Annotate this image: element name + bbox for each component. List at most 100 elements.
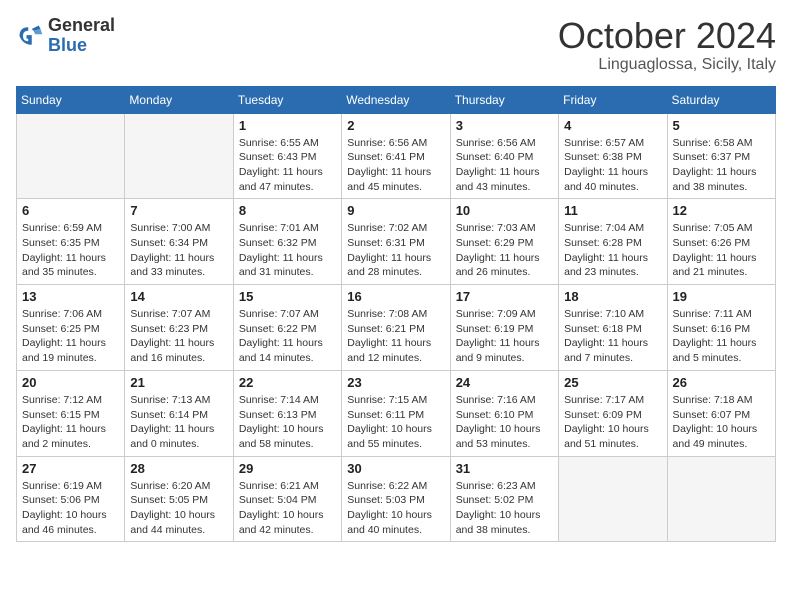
day-number: 23 [347, 375, 444, 390]
calendar-cell: 2Sunrise: 6:56 AMSunset: 6:41 PMDaylight… [342, 113, 450, 199]
day-info: Sunrise: 7:16 AMSunset: 6:10 PMDaylight:… [456, 393, 553, 452]
day-header-friday: Friday [559, 86, 667, 113]
day-number: 5 [673, 118, 770, 133]
day-number: 15 [239, 289, 336, 304]
day-header-thursday: Thursday [450, 86, 558, 113]
page-header: General Blue October 2024 Linguaglossa, … [16, 16, 776, 74]
day-number: 10 [456, 203, 553, 218]
day-number: 1 [239, 118, 336, 133]
calendar-cell: 17Sunrise: 7:09 AMSunset: 6:19 PMDayligh… [450, 285, 558, 371]
calendar-cell: 26 Sunrise: 7:18 AMSunset: 6:07 PMDayligh… [667, 370, 775, 456]
day-info: Sunrise: 7:15 AMSunset: 6:11 PMDaylight:… [347, 393, 444, 452]
calendar-cell: 31 Sunrise: 6:23 AMSunset: 5:02 PMDayligh… [450, 456, 558, 542]
day-info: Sunrise: 7:08 AMSunset: 6:21 PMDaylight:… [347, 307, 444, 366]
day-number: 29 [239, 461, 336, 476]
day-header-saturday: Saturday [667, 86, 775, 113]
day-info: Sunrise: 7:04 AMSunset: 6:28 PMDaylight:… [564, 221, 661, 280]
week-row-3: 13 Sunrise: 7:06 AMSunset: 6:25 PMDayligh… [17, 285, 776, 371]
day-info: Sunrise: 7:05 AMSunset: 6:26 PMDaylight:… [673, 221, 770, 280]
day-number: 4 [564, 118, 661, 133]
month-title: October 2024 [558, 16, 776, 56]
day-info: Sunrise: 7:12 AMSunset: 6:15 PMDaylight:… [22, 393, 119, 452]
day-info: Sunrise: 6:19 AMSunset: 5:06 PMDaylight:… [22, 479, 119, 538]
day-number: 25 [564, 375, 661, 390]
day-number: 13 [22, 289, 119, 304]
day-number: 30 [347, 461, 444, 476]
day-info: Sunrise: 6:21 AMSunset: 5:04 PMDaylight:… [239, 479, 336, 538]
day-number: 14 [130, 289, 227, 304]
day-info: Sunrise: 6:20 AMSunset: 5:05 PMDaylight:… [130, 479, 227, 538]
day-info: Sunrise: 6:59 AMSunset: 6:35 PMDaylight:… [22, 221, 119, 280]
day-number: 22 [239, 375, 336, 390]
week-row-1: 1 Sunrise: 6:55 AMSunset: 6:43 PMDaylight… [17, 113, 776, 199]
day-header-sunday: Sunday [17, 86, 125, 113]
calendar-cell: 1 Sunrise: 6:55 AMSunset: 6:43 PMDaylight… [233, 113, 341, 199]
day-info: Sunrise: 7:11 AMSunset: 6:16 PMDaylight:… [673, 307, 770, 366]
logo-icon [16, 22, 44, 50]
day-number: 3 [456, 118, 553, 133]
day-info: Sunrise: 6:23 AMSunset: 5:02 PMDaylight:… [456, 479, 553, 538]
day-number: 26 [673, 375, 770, 390]
day-info: Sunrise: 7:03 AMSunset: 6:29 PMDaylight:… [456, 221, 553, 280]
day-info: Sunrise: 6:56 AMSunset: 6:40 PMDaylight:… [456, 136, 553, 195]
day-number: 12 [673, 203, 770, 218]
calendar-cell: 30Sunrise: 6:22 AMSunset: 5:03 PMDayligh… [342, 456, 450, 542]
logo: General Blue [16, 16, 115, 56]
day-info: Sunrise: 7:07 AMSunset: 6:22 PMDaylight:… [239, 307, 336, 366]
calendar-cell [667, 456, 775, 542]
week-row-4: 20 Sunrise: 7:12 AMSunset: 6:15 PMDayligh… [17, 370, 776, 456]
day-info: Sunrise: 6:55 AMSunset: 6:43 PMDaylight:… [239, 136, 336, 195]
day-info: Sunrise: 6:57 AMSunset: 6:38 PMDaylight:… [564, 136, 661, 195]
calendar-cell: 11 Sunrise: 7:04 AMSunset: 6:28 PMDayligh… [559, 199, 667, 285]
day-info: Sunrise: 7:00 AMSunset: 6:34 PMDaylight:… [130, 221, 227, 280]
day-info: Sunrise: 7:14 AMSunset: 6:13 PMDaylight:… [239, 393, 336, 452]
title-block: October 2024 Linguaglossa, Sicily, Italy [558, 16, 776, 74]
day-number: 19 [673, 289, 770, 304]
calendar-cell [17, 113, 125, 199]
calendar-cell: 29 Sunrise: 6:21 AMSunset: 5:04 PMDayligh… [233, 456, 341, 542]
logo-blue-text: Blue [48, 36, 115, 56]
calendar-cell: 5 Sunrise: 6:58 AMSunset: 6:37 PMDaylight… [667, 113, 775, 199]
day-info: Sunrise: 7:10 AMSunset: 6:18 PMDaylight:… [564, 307, 661, 366]
day-info: Sunrise: 7:17 AMSunset: 6:09 PMDaylight:… [564, 393, 661, 452]
day-info: Sunrise: 6:58 AMSunset: 6:37 PMDaylight:… [673, 136, 770, 195]
day-header-wednesday: Wednesday [342, 86, 450, 113]
calendar-cell: 15 Sunrise: 7:07 AMSunset: 6:22 PMDayligh… [233, 285, 341, 371]
day-number: 20 [22, 375, 119, 390]
calendar-cell: 7Sunrise: 7:00 AMSunset: 6:34 PMDaylight… [125, 199, 233, 285]
calendar-cell: 16 Sunrise: 7:08 AMSunset: 6:21 PMDayligh… [342, 285, 450, 371]
day-info: Sunrise: 7:06 AMSunset: 6:25 PMDaylight:… [22, 307, 119, 366]
calendar-cell: 19 Sunrise: 7:11 AMSunset: 6:16 PMDayligh… [667, 285, 775, 371]
calendar-cell: 3 Sunrise: 6:56 AMSunset: 6:40 PMDaylight… [450, 113, 558, 199]
day-number: 31 [456, 461, 553, 476]
day-number: 24 [456, 375, 553, 390]
week-row-2: 6Sunrise: 6:59 AMSunset: 6:35 PMDaylight… [17, 199, 776, 285]
location-subtitle: Linguaglossa, Sicily, Italy [558, 56, 776, 74]
calendar-cell: 23 Sunrise: 7:15 AMSunset: 6:11 PMDayligh… [342, 370, 450, 456]
calendar-cell: 18Sunrise: 7:10 AMSunset: 6:18 PMDayligh… [559, 285, 667, 371]
logo-general-text: General [48, 16, 115, 36]
day-number: 28 [130, 461, 227, 476]
day-info: Sunrise: 7:07 AMSunset: 6:23 PMDaylight:… [130, 307, 227, 366]
calendar-cell: 28 Sunrise: 6:20 AMSunset: 5:05 PMDayligh… [125, 456, 233, 542]
day-info: Sunrise: 7:02 AMSunset: 6:31 PMDaylight:… [347, 221, 444, 280]
day-number: 21 [130, 375, 227, 390]
day-info: Sunrise: 6:56 AMSunset: 6:41 PMDaylight:… [347, 136, 444, 195]
day-number: 11 [564, 203, 661, 218]
calendar-cell: 13 Sunrise: 7:06 AMSunset: 6:25 PMDayligh… [17, 285, 125, 371]
calendar-header-row: SundayMondayTuesdayWednesdayThursdayFrid… [17, 86, 776, 113]
day-header-tuesday: Tuesday [233, 86, 341, 113]
calendar-cell: 25 Sunrise: 7:17 AMSunset: 6:09 PMDayligh… [559, 370, 667, 456]
calendar-cell: 20 Sunrise: 7:12 AMSunset: 6:15 PMDayligh… [17, 370, 125, 456]
day-number: 16 [347, 289, 444, 304]
calendar-cell: 6Sunrise: 6:59 AMSunset: 6:35 PMDaylight… [17, 199, 125, 285]
day-number: 8 [239, 203, 336, 218]
day-info: Sunrise: 7:13 AMSunset: 6:14 PMDaylight:… [130, 393, 227, 452]
calendar-cell: 14 Sunrise: 7:07 AMSunset: 6:23 PMDayligh… [125, 285, 233, 371]
calendar-cell: 27 Sunrise: 6:19 AMSunset: 5:06 PMDayligh… [17, 456, 125, 542]
day-info: Sunrise: 7:18 AMSunset: 6:07 PMDaylight:… [673, 393, 770, 452]
day-number: 27 [22, 461, 119, 476]
calendar-cell: 9 Sunrise: 7:02 AMSunset: 6:31 PMDaylight… [342, 199, 450, 285]
day-number: 17 [456, 289, 553, 304]
day-number: 9 [347, 203, 444, 218]
